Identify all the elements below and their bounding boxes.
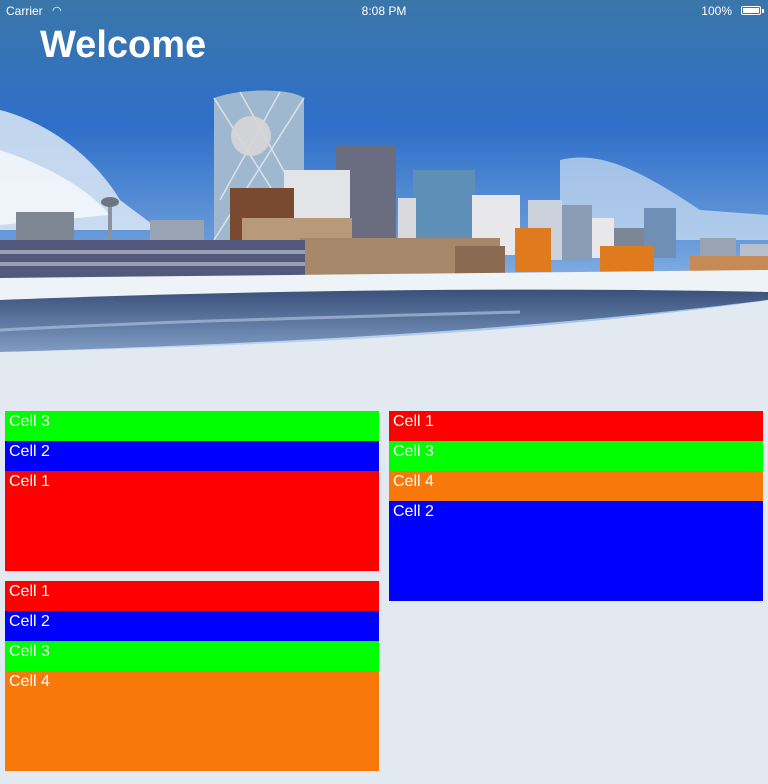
- status-bar: Carrier ◠ 8:08 PM 100%: [0, 0, 768, 22]
- grid-cell[interactable]: Cell 1: [389, 411, 763, 441]
- status-time: 8:08 PM: [361, 4, 407, 18]
- battery-percentage: 100%: [701, 4, 732, 18]
- grid-cell[interactable]: Cell 1: [5, 471, 379, 571]
- grid-cell[interactable]: Cell 2: [389, 501, 763, 601]
- battery-icon: [741, 6, 764, 15]
- grid-cell[interactable]: Cell 2: [5, 441, 379, 471]
- grid-cell[interactable]: Cell 1: [5, 581, 379, 611]
- grid-cell[interactable]: Cell 4: [5, 671, 379, 771]
- grid-cell[interactable]: Cell 2: [5, 611, 379, 641]
- grid-cell[interactable]: Cell 3: [5, 411, 379, 441]
- grid-cell[interactable]: Cell 3: [389, 441, 763, 471]
- grid-cell[interactable]: Cell 3: [5, 641, 379, 671]
- grid-cell[interactable]: Cell 4: [389, 471, 763, 501]
- page-title: Welcome: [40, 24, 207, 66]
